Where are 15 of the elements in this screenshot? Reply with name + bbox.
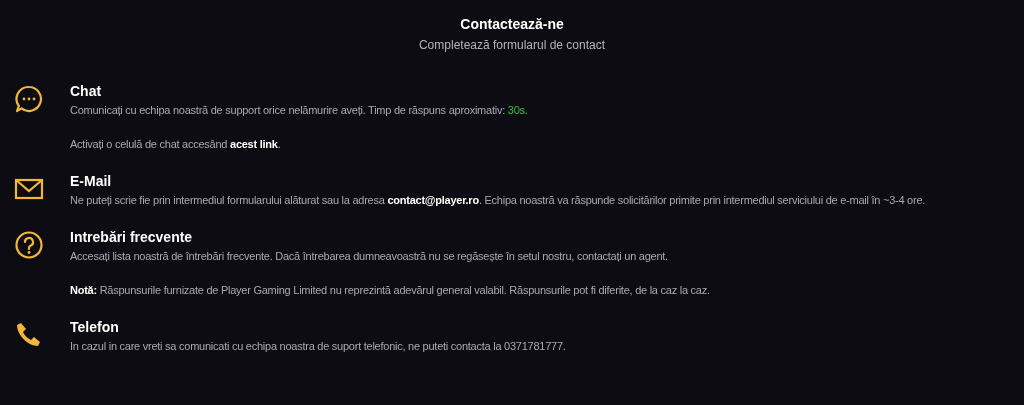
page-subtitle: Completează formularul de contact <box>418 37 606 54</box>
section-text: Ne puteți scrie fie prin intermediul formularului alăturat sau la adresa contact@player.ro. Echipa noastră va răspunde solicitărilor primite prin intermediul serviciului de e-mail în ~3-4 ore. <box>70 193 926 208</box>
section-text: Activați o celulă de chat accesând acest link. <box>70 137 282 152</box>
section-text: Comunicați cu echipa noastră de support orice nelămurire aveți. Timp de răspuns aproximativ: 30s. <box>70 103 528 118</box>
section-text: In cazul in care vreti sa comunicati cu echipa noastra de suport telefonic, ne puteti contacta la 0371781777. <box>70 339 566 354</box>
section-title: Chat <box>70 82 103 100</box>
section-text: Notă: Răspunsurile furnizate de Player Gaming Limited nu reprezintă adevărul general valabil. Răspunsurile pot fi diferite, de la caz la caz. <box>70 283 710 298</box>
chat-bubble-icon <box>14 84 44 114</box>
chat-link[interactable]: acest link <box>230 138 278 150</box>
section-text: Accesați lista noastră de întrebări frecvente. Dacă întrebarea dumneavoastră nu se regăsește în setul nostru, contactați un agent. <box>70 249 669 264</box>
section-title: E-Mail <box>70 172 113 190</box>
section-title: Telefon <box>70 318 120 336</box>
section-title: Intrebări frecvente <box>70 228 194 246</box>
question-icon <box>14 230 44 260</box>
page-title: Contactează-ne <box>460 15 564 33</box>
